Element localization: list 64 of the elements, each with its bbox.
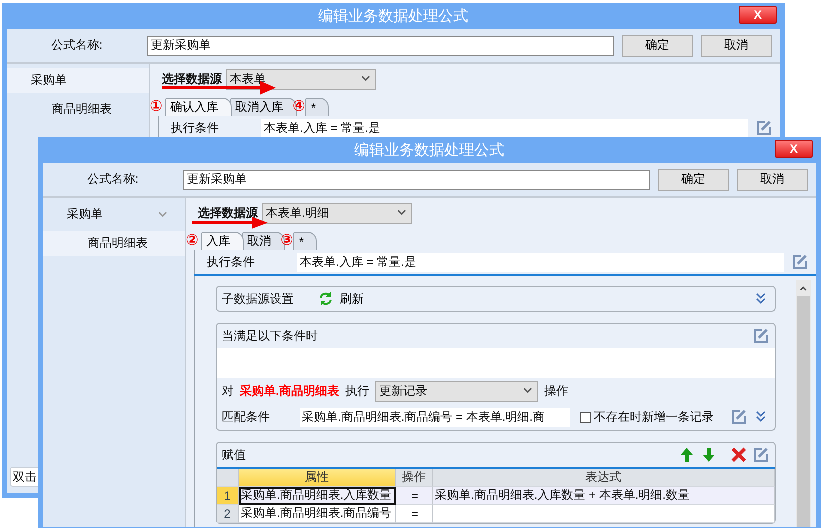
annotation-number: ① (150, 98, 163, 116)
panel-title: 当满足以下条件时 (222, 328, 318, 344)
sidebar-item[interactable]: 商品明细表 (43, 231, 185, 256)
action-dropdown[interactable]: 更新记录 (375, 380, 538, 402)
row-number[interactable]: 1 (217, 487, 239, 505)
panel-title: 子数据源设置 (222, 290, 294, 308)
tab[interactable]: 入库 (200, 232, 244, 250)
delete-icon[interactable] (731, 447, 747, 463)
name-field[interactable]: 更新采购单 (147, 36, 614, 56)
edit-icon[interactable] (731, 409, 747, 425)
move-up-icon[interactable] (679, 447, 695, 463)
table-cell[interactable] (433, 505, 775, 523)
refresh-button[interactable]: 刷新 (318, 290, 364, 308)
table-cell[interactable]: = (396, 487, 433, 505)
action-label: 执行 (345, 382, 370, 400)
window-title: 编辑业务数据处理公式 (318, 6, 468, 26)
target-prefix: 对 (222, 382, 234, 400)
source-dropdown[interactable]: 本表单.明细 (262, 202, 412, 224)
column-header[interactable]: 属性 (239, 469, 396, 487)
panel-title: 赋值 (222, 446, 246, 464)
cancel-button[interactable]: 取消 (737, 168, 808, 190)
sidebar-item[interactable]: 采购单 (7, 68, 149, 93)
edit-icon[interactable] (792, 254, 808, 270)
condition-label: 执行条件 (170, 120, 220, 136)
close-button[interactable]: X (775, 140, 813, 158)
name-field[interactable]: 更新采购单 (183, 170, 650, 190)
tab[interactable]: * (305, 98, 330, 116)
condition-label: 执行条件 (206, 254, 256, 270)
field-label: 公式名称: (86, 171, 140, 188)
confirm-button[interactable]: 确定 (658, 168, 729, 190)
source-dropdown[interactable]: 本表单 (226, 68, 376, 90)
table-cell[interactable]: 采购单.商品明细表.入库数量 + 本表单.明细.数量 (433, 487, 775, 505)
annotation-number: ② (186, 232, 199, 250)
header-corner (217, 469, 239, 487)
match-label: 匹配条件 (222, 408, 271, 426)
condition-field[interactable]: 本表单.入库 = 常量.是 (261, 118, 748, 138)
sidebar-item[interactable]: 商品明细表 (7, 97, 149, 122)
table-cell[interactable]: = (396, 505, 433, 523)
cancel-button[interactable]: 取消 (701, 34, 772, 56)
confirm-button[interactable]: 确定 (622, 34, 693, 56)
field-label: 公式名称: (50, 37, 104, 54)
tab[interactable]: * (293, 232, 318, 250)
column-header[interactable]: 操作 (396, 469, 433, 487)
sidebar-item[interactable]: 采购单 (43, 202, 185, 227)
source-label: 选择数据源 (198, 204, 258, 222)
add-record-checkbox[interactable]: 不存在时新增一条记录 (580, 408, 714, 426)
tab[interactable]: 确认入库 (164, 98, 232, 116)
edit-icon[interactable] (753, 328, 769, 344)
refresh-icon (318, 291, 334, 307)
match-field[interactable]: 采购单.商品明细表.商品编号 = 本表单.明细.商 (300, 408, 570, 426)
column-header[interactable]: 表达式 (433, 469, 775, 487)
table-cell[interactable]: 采购单.商品明细表.入库数量 (239, 487, 396, 505)
window-title: 编辑业务数据处理公式 (354, 140, 504, 160)
close-button[interactable]: X (739, 6, 777, 24)
move-down-icon[interactable] (701, 447, 717, 463)
source-label: 选择数据源 (162, 70, 222, 88)
action-suffix: 操作 (544, 382, 568, 400)
table-cell[interactable]: 采购单.商品明细表.商品编号 (239, 505, 396, 523)
edit-icon[interactable] (756, 120, 772, 136)
edit-icon[interactable] (753, 447, 769, 463)
condition-field[interactable]: 本表单.入库 = 常量.是 (297, 252, 784, 272)
target-name: 采购单.商品明细表 (240, 382, 340, 400)
scrollbar[interactable] (796, 280, 811, 527)
row-number[interactable]: 2 (217, 505, 239, 523)
